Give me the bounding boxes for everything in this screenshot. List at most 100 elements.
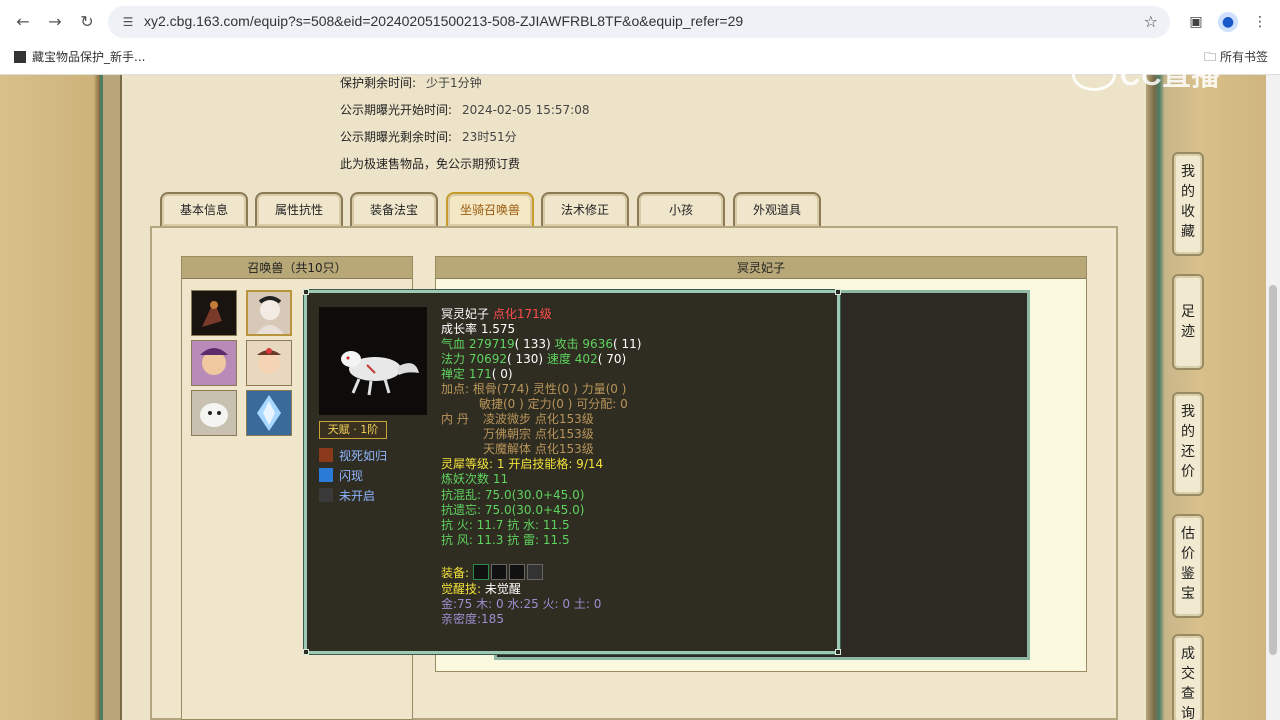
skill-row-3: 未开启	[319, 487, 375, 505]
summon-thumb-2[interactable]	[246, 290, 292, 336]
tip-resist-1: 抗混乱: 75.0(30.0+45.0)	[441, 488, 585, 502]
summon-list-title: 召唤兽（共10只）	[182, 257, 412, 279]
tip-points-1: 加点: 根骨(774) 灵性(0 ) 力量(0 )	[441, 382, 627, 396]
tip-growth: 成长率 1.575	[441, 322, 516, 336]
scrollbar-thumb[interactable]	[1269, 285, 1277, 655]
tab-appearance[interactable]: 外观道具	[733, 192, 821, 226]
tip-resist-4: 抗 风: 11.3 抗 雷: 11.5	[441, 533, 570, 547]
awaken-value: 未觉醒	[484, 582, 521, 596]
mp-label: 法力	[441, 352, 466, 366]
reload-icon[interactable]: ↻	[76, 11, 98, 33]
menu-icon[interactable]: ⋮	[1250, 12, 1270, 32]
address-bar[interactable]: ☰ xy2.cbg.163.com/equip?s=508&eid=202402…	[108, 6, 1170, 38]
publicity-start: 公示期曝光开始时间: 2024-02-05 15:57:08	[340, 101, 590, 118]
tab-summons[interactable]: 坐骑召唤兽	[446, 192, 534, 226]
summon-detail-title: 冥灵妃子	[436, 257, 1086, 279]
skill-row-1: 视死如归	[319, 447, 387, 465]
watermark-text: CC直播	[1120, 60, 1221, 91]
profile-icon[interactable]: ●	[1218, 12, 1238, 32]
summon-thumb-2-icon	[256, 296, 284, 334]
lingxi-value: 1 开启技能格: 9/14	[496, 457, 604, 471]
tip-name: 冥灵妃子	[441, 307, 490, 321]
tip-name-line: 冥灵妃子 点化171级	[441, 307, 552, 322]
forward-icon[interactable]: →	[44, 11, 66, 33]
skill-label: 闪现	[339, 469, 364, 483]
url-text[interactable]: xy2.cbg.163.com/equip?s=508&eid=20240205…	[144, 13, 743, 29]
bookmark-star-icon[interactable]: ☆	[1144, 12, 1158, 31]
browser-toolbar: ← → ↻ ☰ xy2.cbg.163.com/equip?s=508&eid=…	[0, 0, 1280, 44]
tip-elements: 金:75 木: 0 水:25 火: 0 土: 0	[441, 597, 602, 611]
tip-dan-label: 内 丹	[441, 412, 469, 426]
summon-thumb-1[interactable]	[191, 290, 237, 336]
mp-points: ( 130)	[507, 352, 544, 366]
publicity-start-label: 公示期曝光开始时间:	[340, 103, 453, 117]
summon-thumb-1-icon	[202, 301, 222, 327]
stream-watermark: CC直播	[1072, 54, 1220, 94]
ding-points: ( 0)	[491, 367, 513, 381]
tooltip-corner	[835, 289, 841, 295]
mp-value: 70692	[468, 352, 508, 366]
tip-lingxi: 灵犀等级: 1 开启技能格: 9/14	[441, 457, 603, 472]
bookmark-favicon-icon	[14, 51, 26, 63]
protect-time: 保护剩余时间: 少于1分钟	[340, 74, 482, 91]
tip-ding: 禅定 171( 0)	[441, 367, 513, 382]
tip-awaken: 觉醒技: 未觉醒	[441, 582, 521, 597]
awaken-label: 觉醒技:	[441, 582, 482, 596]
nav-footprints-label: 足迹	[1181, 304, 1195, 340]
summon-thumb-4-icon	[257, 348, 281, 374]
nav-my-favorites[interactable]: 我的收藏	[1172, 152, 1204, 256]
summon-thumb-3-icon	[200, 348, 228, 375]
hp-value: 279719	[468, 337, 515, 351]
tip-resist-3: 抗 火: 11.7 抗 水: 11.5	[441, 518, 570, 532]
tip-dan-1: 凌波微步 点化153级	[483, 412, 594, 426]
nav-deal-query[interactable]: 成交查询	[1172, 634, 1204, 720]
spd-points: ( 70)	[597, 352, 627, 366]
equip-slot-1-icon	[472, 564, 489, 580]
nav-appraisal-label: 估价鉴宝	[1181, 526, 1195, 602]
nav-footprints[interactable]: 足迹	[1172, 274, 1204, 370]
tip-equip: 装备:	[441, 564, 545, 581]
atk-label: 攻击	[554, 337, 579, 351]
nav-my-favorites-label: 我的收藏	[1181, 164, 1195, 240]
spd-label: 速度	[546, 352, 571, 366]
tip-points-2: 敏捷(0 ) 定力(0 ) 可分配: 0	[479, 397, 628, 411]
tooltip-corner	[303, 649, 309, 655]
publicity-start-value: 2024-02-05 15:57:08	[462, 103, 590, 117]
atk-points: ( 11)	[612, 337, 642, 351]
back-icon[interactable]: ←	[12, 11, 34, 33]
summon-thumb-4[interactable]	[246, 340, 292, 386]
summon-thumb-6-icon	[257, 395, 281, 431]
summon-thumb-3[interactable]	[191, 340, 237, 386]
nav-my-counteroffers[interactable]: 我的还价	[1172, 392, 1204, 496]
summon-thumb-6[interactable]	[246, 390, 292, 436]
nav-appraisal[interactable]: 估价鉴宝	[1172, 514, 1204, 618]
equip-slot-4-icon	[526, 564, 543, 580]
tooltip-corner	[835, 649, 841, 655]
summon-tooltip: 天赋 · 1阶 视死如归 闪现 未开启 冥灵妃子 点化171级 成长率 1.57…	[303, 289, 841, 655]
skill-locked-icon	[319, 488, 333, 502]
tab-child[interactable]: 小孩	[637, 192, 725, 226]
tab-basic-info[interactable]: 基本信息	[160, 192, 248, 226]
tip-resist-2: 抗遗忘: 75.0(30.0+45.0)	[441, 503, 585, 517]
tab-equipment[interactable]: 装备法宝	[350, 192, 438, 226]
ding-value: 171	[468, 367, 492, 381]
tooltip-corner	[303, 289, 309, 295]
equip-slot-3-icon	[508, 564, 525, 580]
side-panel-icon[interactable]: ▣	[1186, 12, 1206, 32]
tip-dan-2: 万佛朝宗 点化153级	[483, 427, 594, 441]
white-wolf-image	[341, 351, 419, 396]
tab-attributes[interactable]: 属性抗性	[255, 192, 343, 226]
summon-thumb-5[interactable]	[191, 390, 237, 436]
tip-refine: 炼妖次数 11	[441, 472, 509, 486]
bookmark-item[interactable]: 藏宝物品保护_新手...	[14, 48, 145, 65]
summon-portrait	[319, 307, 427, 415]
tab-spell-fix[interactable]: 法术修正	[541, 192, 629, 226]
page-frame-left	[0, 75, 110, 720]
protect-value: 少于1分钟	[426, 76, 482, 90]
watermark-logo-icon	[1072, 59, 1116, 91]
skill-row-2: 闪现	[319, 467, 363, 485]
lingxi-label: 灵犀等级:	[441, 457, 494, 471]
nav-my-counteroffers-label: 我的还价	[1181, 404, 1195, 480]
page-scrollbar[interactable]	[1266, 75, 1280, 720]
site-settings-icon[interactable]: ☰	[120, 14, 136, 30]
